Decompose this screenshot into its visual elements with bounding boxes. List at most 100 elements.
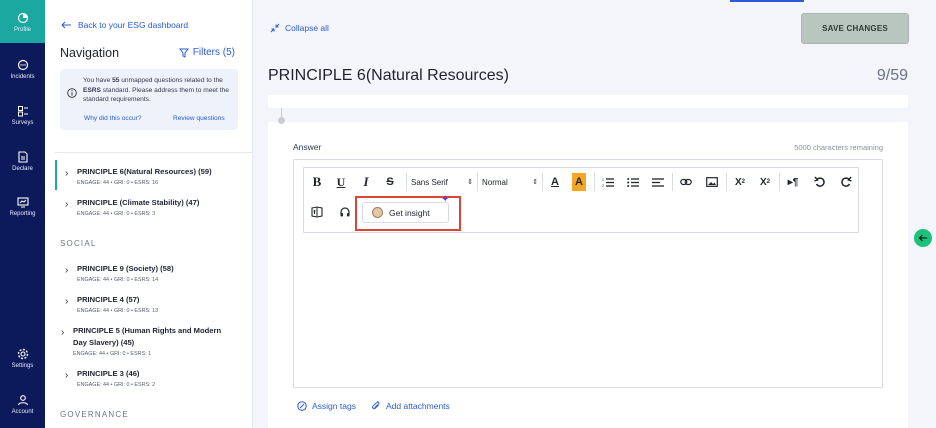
pilcrow-icon: ▸¶ (787, 176, 799, 188)
back-link-label: Back to your ESG dashboard (78, 20, 189, 30)
font-family-select[interactable]: Sans Serif ⇕ (409, 173, 475, 191)
answer-label: Answer (293, 142, 322, 152)
subscript-button[interactable]: X2 (731, 173, 749, 191)
question-counter: 9/59 (876, 67, 908, 84)
review-questions-link[interactable]: Review questions (173, 115, 225, 122)
font-size-select[interactable]: Normal ⇕ (480, 173, 540, 191)
add-attachments-label: Add attachments (386, 401, 450, 411)
nav-item-title: PRINCIPLE (Climate Stability) (47) (77, 198, 200, 207)
rail-item-declare[interactable]: Declare (0, 151, 45, 172)
subscript-base: X (734, 176, 742, 188)
rail-label: Settings (11, 363, 34, 369)
tag-icon (297, 401, 307, 411)
toolbar-separator (779, 173, 780, 191)
superscript-mark: 2 (766, 179, 770, 185)
rail-label: Declare (12, 166, 33, 172)
redo-icon (841, 176, 852, 187)
underline-button[interactable]: U (333, 173, 349, 191)
why-did-this-occur-link[interactable]: Why did this occur? (84, 115, 142, 122)
rail-item-profile[interactable]: Profile (0, 12, 45, 33)
assign-tags-link[interactable]: Assign tags (297, 401, 356, 411)
page-title: PRINCIPLE 6(Natural Resources) (268, 67, 509, 84)
rail-item-account[interactable]: Account (0, 394, 45, 415)
unmapped-notice: You have 55 unmapped questions related t… (60, 69, 238, 130)
audio-button[interactable] (337, 203, 353, 221)
nav-item-title: PRINCIPLE 5 (Human Rights and Modern (73, 326, 222, 335)
rail-item-incidents[interactable]: Incidents (0, 59, 45, 80)
superscript-button[interactable]: X2 (756, 173, 774, 191)
toolbar-separator (477, 173, 478, 191)
rail-label: Account (11, 409, 34, 415)
survey-icon (17, 106, 28, 117)
characters-remaining: 5000 characters remaining (794, 143, 883, 152)
rail-item-surveys[interactable]: Surveys (0, 105, 45, 126)
chevron-right-icon: › (65, 296, 69, 307)
add-attachments-link[interactable]: Add attachments (371, 401, 450, 411)
align-left-icon (652, 177, 664, 187)
subscript-mark: 2 (741, 179, 745, 185)
rail-item-reporting[interactable]: Reporting (0, 196, 45, 217)
align-button[interactable] (650, 173, 666, 191)
section-label-social: SOCIAL (60, 239, 97, 248)
bold-button[interactable]: B (309, 173, 325, 191)
undo-icon (814, 176, 825, 187)
toolbar-separator (672, 173, 673, 191)
image-button[interactable] (704, 173, 720, 191)
get-insight-label: Get insight (389, 207, 430, 218)
filters-button[interactable]: Filters (5) (178, 47, 235, 58)
chevron-right-icon: › (65, 199, 69, 210)
save-changes-button[interactable]: SAVE CHANGES (801, 13, 909, 44)
active-item-indicator (55, 160, 57, 190)
arrow-left-icon (61, 21, 71, 29)
text-color-button[interactable]: A (548, 173, 562, 191)
nav-item-meta: ENGAGE: 44 • GRI: 0 • ESRS: 16 (77, 180, 159, 186)
nav-divider (55, 152, 253, 153)
strikethrough-button[interactable]: S (382, 173, 398, 191)
collapse-panel-button[interactable] (914, 229, 932, 247)
collapse-icon (270, 23, 280, 33)
collapse-all-button[interactable]: Collapse all (270, 23, 329, 33)
rail-item-settings[interactable]: Settings (0, 348, 45, 369)
font-family-value: Sans Serif (411, 177, 448, 187)
nav-item-title-continued: Day Slavery) (45) (73, 338, 135, 347)
timeline-dot (278, 117, 285, 124)
rail-label: Surveys (11, 120, 34, 126)
filters-label: Filters (5) (192, 47, 235, 58)
nav-item-title: PRINCIPLE 3 (46) (77, 369, 140, 378)
redo-button[interactable] (838, 173, 854, 191)
highlight-color-button[interactable]: A (572, 173, 586, 191)
nav-item-meta: ENGAGE: 44 • GRI: 0 • ESRS: 2 (77, 382, 156, 388)
link-icon (680, 178, 692, 186)
chat-icon (17, 59, 28, 71)
nav-item-meta: ENGAGE: 44 • GRI: 0 • ESRS: 3 (77, 211, 156, 217)
active-top-tab-indicator (730, 0, 804, 2)
italic-button[interactable]: I (358, 173, 374, 191)
bullet-list-button[interactable] (625, 173, 641, 191)
image-icon (706, 177, 718, 187)
toolbar-separator (594, 173, 595, 191)
user-icon (17, 395, 28, 406)
ordered-list-icon: 12 (602, 178, 614, 188)
undo-button[interactable] (812, 173, 828, 191)
declare-icon (17, 151, 28, 163)
translate-icon (311, 206, 323, 218)
assign-tags-label: Assign tags (312, 401, 356, 411)
nav-item-title: PRINCIPLE 4 (57) (77, 295, 140, 304)
nav-item-title: PRINCIPLE 9 (Society) (58) (77, 264, 174, 273)
svg-text:2: 2 (602, 184, 604, 188)
bullet-list-icon (627, 177, 639, 187)
nav-item-title: PRINCIPLE 6(Natural Resources) (59) (77, 167, 212, 176)
translate-button[interactable] (309, 203, 325, 221)
sparkle-icon: ✦ (441, 194, 450, 205)
text-direction-button[interactable]: ▸¶ (785, 173, 801, 191)
link-button[interactable] (678, 173, 694, 191)
chevron-right-icon: › (65, 370, 69, 381)
reporting-icon (16, 197, 29, 208)
nav-item-meta: ENGAGE: 44 • GRI: 0 • ESRS: 13 (77, 308, 159, 314)
section-label-governance: GOVERNANCE (60, 410, 129, 419)
back-to-dashboard-link[interactable]: Back to your ESG dashboard (61, 20, 188, 30)
notice-text: You have 55 unmapped questions related t… (83, 77, 229, 103)
select-arrows-icon: ⇕ (467, 179, 473, 186)
ordered-list-button[interactable]: 12 (600, 173, 616, 191)
get-insight-button[interactable]: Get insight (362, 202, 449, 223)
